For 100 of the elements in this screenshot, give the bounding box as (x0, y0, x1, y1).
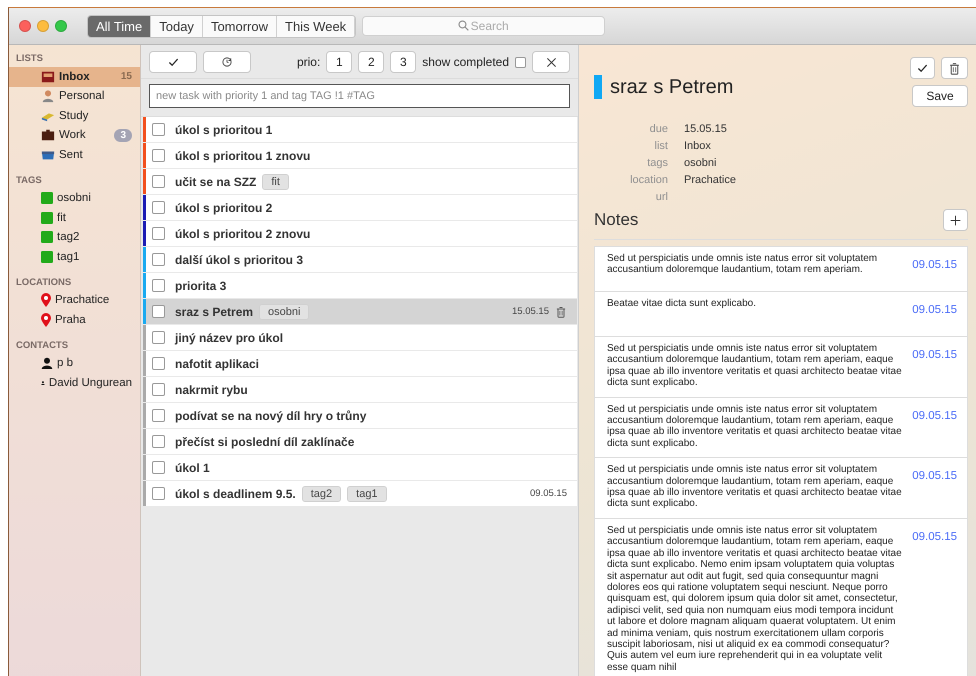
minimize-window-button[interactable] (37, 20, 49, 32)
task-checkbox[interactable] (152, 149, 165, 162)
note-date: 09.05.15 (912, 349, 957, 363)
due-date: 09.05.15 (530, 488, 567, 499)
close-button[interactable] (532, 51, 570, 73)
task-row[interactable]: úkol 1 (143, 455, 577, 480)
task-row[interactable]: podívat se na nový díl hry o trůny (143, 403, 577, 428)
postpone-button[interactable] (203, 51, 251, 73)
prio-label: prio: (296, 55, 320, 69)
task-checkbox[interactable] (152, 253, 165, 266)
note-date: 09.05.15 (912, 470, 957, 484)
sidebar-item[interactable]: Prachatice (9, 290, 140, 310)
task-row[interactable]: nakrmit rybu (143, 377, 577, 402)
field-label: location (629, 174, 668, 186)
note-date: 09.05.15 (912, 530, 957, 545)
filter-tab[interactable]: Today (151, 16, 203, 36)
sidebar-label: Sent (59, 148, 83, 161)
person-icon (41, 356, 53, 370)
sidebar-item[interactable]: osobni (9, 188, 140, 208)
complete-button[interactable] (910, 57, 935, 79)
sidebar-label: David Ungurean (48, 376, 132, 389)
task-row[interactable]: úkol s prioritou 2 (143, 195, 577, 220)
sidebar-item[interactable]: fit (9, 208, 140, 228)
task-checkbox[interactable] (152, 357, 165, 370)
search-icon (458, 20, 470, 31)
show-completed-checkbox[interactable] (515, 56, 526, 68)
close-window-button[interactable] (19, 20, 31, 32)
item-count: 15 (120, 71, 132, 82)
sidebar-item[interactable]: David Ungurean (9, 373, 140, 392)
sidebar-label: p b (57, 357, 73, 370)
task-title: nakrmit rybu (175, 382, 248, 396)
sidebar-label: Personal (59, 90, 104, 102)
trash-icon (948, 62, 961, 74)
person-icon (41, 89, 55, 104)
filter-tab[interactable]: All Time (88, 16, 152, 36)
sidebar-item[interactable]: tag2 (9, 228, 140, 247)
task-row[interactable]: učit se na SZZ fit (143, 169, 577, 194)
task-checkbox[interactable] (152, 383, 165, 396)
sidebar-item[interactable]: tag1 (9, 247, 140, 266)
tag-square-icon (41, 192, 53, 204)
priority-button[interactable]: 1 (326, 51, 352, 73)
task-row[interactable]: úkol s prioritou 1 znovu (143, 143, 577, 168)
sidebar-item[interactable]: Work 3 (9, 126, 140, 145)
field-label: tags (646, 157, 668, 169)
task-row[interactable]: jiný název pro úkol (143, 325, 577, 350)
task-row[interactable]: úkol s deadlinem 9.5. tag2 tag1 09.05.15 (143, 481, 577, 506)
task-checkbox[interactable] (152, 331, 165, 344)
task-row[interactable]: přečíst si poslední díl zaklínače (143, 429, 577, 454)
section-heading: CONTACTS (15, 340, 70, 352)
task-row[interactable]: sraz s Petrem osobni 15.05.15 (143, 299, 577, 324)
new-task-field[interactable]: new task with priority 1 and tag TAG !1 #TAG (149, 84, 570, 108)
section-heading: TAGS (15, 174, 43, 188)
delete-button[interactable] (941, 57, 968, 79)
task-checkbox[interactable] (152, 227, 165, 240)
sidebar-item[interactable]: Praha (9, 310, 140, 330)
search-field[interactable]: Search (362, 16, 606, 36)
sidebar-label: Prachatice (55, 294, 110, 306)
sidebar-item[interactable]: Personal (9, 86, 140, 106)
filter-tab[interactable]: This Week (277, 16, 356, 36)
sidebar-item[interactable]: Study (9, 106, 140, 126)
note-text: Sed ut perspiciatis unde omnis iste natus error sit voluptatem accusantium doloremque laudantium, totam rem aperiam, eaque ipsa quae ab illo inventore veritatis et quasi architecto beatae vitae dicta sunt explicabo. (607, 343, 903, 389)
add-note-button[interactable] (943, 209, 968, 231)
task-row[interactable]: úkol s prioritou 2 znovu (143, 221, 577, 246)
sidebar-item[interactable]: Sent (9, 145, 140, 164)
trash-icon (555, 306, 567, 318)
priority-button[interactable]: 3 (390, 51, 416, 73)
zoom-window-button[interactable] (55, 20, 67, 32)
task-title: sraz s Petrem (175, 304, 254, 318)
sidebar-item[interactable]: p b (9, 354, 140, 373)
due-date: 15.05.15 (512, 306, 549, 317)
task-checkbox[interactable] (152, 461, 165, 474)
save-button[interactable]: Save (912, 85, 968, 107)
task-checkbox[interactable] (152, 201, 165, 214)
task-title: úkol s prioritou 1 znovu (175, 148, 310, 162)
task-title: úkol s prioritou 2 (175, 200, 272, 214)
sidebar-label: tag1 (57, 250, 80, 263)
close-icon (546, 56, 556, 68)
task-title: priorita 3 (175, 278, 226, 292)
task-checkbox[interactable] (152, 487, 165, 500)
task-tag: tag2 (302, 486, 342, 502)
task-checkbox[interactable] (152, 305, 165, 318)
sidebar-item[interactable]: Inbox 15 (9, 67, 140, 86)
filter-tab[interactable]: Tomorrow (202, 16, 278, 36)
task-row[interactable]: priorita 3 (143, 273, 577, 298)
sidebar-label: Study (59, 110, 88, 122)
task-checkbox[interactable] (152, 435, 165, 448)
task-row[interactable]: další úkol s prioritou 3 (143, 247, 577, 272)
notes-heading: Notes (594, 210, 638, 230)
task-checkbox[interactable] (152, 123, 165, 136)
task-row[interactable]: úkol s prioritou 1 (143, 117, 577, 142)
task-checkbox[interactable] (152, 409, 165, 422)
priority-button[interactable]: 2 (358, 51, 384, 73)
inbox-icon (41, 70, 55, 84)
sidebar-label: Work (59, 129, 86, 142)
task-checkbox[interactable] (152, 279, 165, 292)
field-value: Prachatice (684, 174, 737, 186)
task-row[interactable]: nafotit aplikaci (143, 351, 577, 376)
briefcase-icon (41, 128, 55, 142)
tag-square-icon (41, 250, 53, 263)
task-checkbox[interactable] (152, 175, 165, 188)
